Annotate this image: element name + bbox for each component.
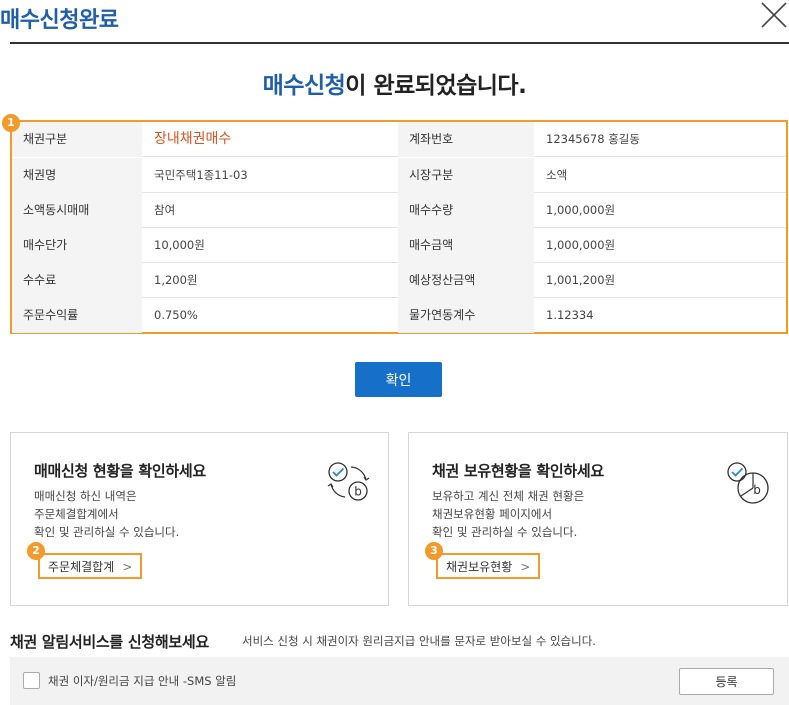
sms-alarm-checkbox[interactable] [23,672,40,689]
info-value: 1,000,000원 [546,238,616,252]
chevron-right-icon: > [122,560,133,574]
info-label: 소액동시매매 [12,193,142,228]
info-value: 1,000,000원 [546,203,616,217]
card-description: 보유하고 계신 전체 채권 현황은 채권보유현황 페이지에서 확인 및 관리하실… [432,487,584,541]
info-row: 주문수익률 0.750% 물가연동계수 1.12334 [12,298,786,333]
info-value: 소액 [546,168,568,182]
close-icon[interactable] [761,2,787,28]
alarm-service-title: 채권 알림서비스를 신청해보세요 [10,633,209,651]
info-row: 채권명 국민주택1종11-03 시장구분 소액 [12,158,786,193]
completion-headline: 매수신청이 완료되었습니다. [0,66,789,100]
card-desc-line: 확인 및 관리하실 수 있습니다. [432,525,578,539]
info-value-bond-type: 장내채권매수 [154,131,232,147]
info-label: 채권구분 [12,122,142,157]
alarm-service-description: 서비스 신청 시 채권이자 원리금지급 안내를 문자로 받아보실 수 있습니다. [242,634,596,648]
bond-holdings-link[interactable]: 채권보유현황 > [436,553,541,579]
info-value: 참여 [154,203,176,217]
card-desc-line: 채권보유현황 페이지에서 [432,507,553,521]
card-desc-line: 매매신청 하신 내역은 [34,489,137,503]
headline-accent: 매수신청 [262,73,346,99]
info-label: 채권명 [12,158,142,193]
info-value: 12345678 홍길동 [546,132,640,146]
svg-text:b: b [354,485,362,499]
link-label: 채권보유현황 [446,560,513,574]
header: 매수신청완료 [0,0,789,44]
card-desc-line: 주문체결합계에서 [34,507,119,521]
info-label: 매수금액 [398,228,534,263]
link-label: 주문체결합계 [48,560,115,574]
info-label: 계좌번호 [398,122,534,157]
svg-text:b: b [753,483,761,497]
card-desc-line: 확인 및 관리하실 수 있습니다. [34,525,180,539]
step-badge-3: 3 [425,542,443,560]
page-title: 매수신청완료 [0,8,119,33]
sms-alarm-label: 채권 이자/원리금 지급 안내 -SMS 알림 [48,674,237,688]
info-value: 1,200원 [154,273,198,287]
info-value: 0.750% [154,308,198,322]
info-label: 매수수량 [398,193,534,228]
card-description: 매매신청 하신 내역은 주문체결합계에서 확인 및 관리하실 수 있습니다. [34,487,179,541]
info-label: 수수료 [12,263,142,298]
step-badge-1: 1 [2,114,20,132]
info-row: 채권구분 장내채권매수 계좌번호 12345678 홍길동 [12,122,786,157]
check-bond-pie-icon: b [727,462,769,504]
info-row: 소액동시매매 참여 매수수량 1,000,000원 [12,193,786,228]
info-value: 1,001,200원 [546,273,616,287]
step-badge-2: 2 [27,542,45,560]
info-label: 예상정산금액 [398,263,534,298]
card-title: 매매신청 현황을 확인하세요 [34,462,206,480]
info-value: 10,000원 [154,238,205,252]
trade-status-card: 매매신청 현황을 확인하세요 매매신청 하신 내역은 주문체결합계에서 확인 및… [10,432,389,606]
order-summary-link[interactable]: 주문체결합계 > [38,553,143,579]
info-label: 물가연동계수 [398,298,534,333]
holdings-status-card: 채권 보유현황을 확인하세요 보유하고 계신 전체 채권 현황은 채권보유현황 … [408,432,788,606]
info-label: 시장구분 [398,158,534,193]
info-label: 매수단가 [12,228,142,263]
info-value: 1.12334 [546,308,594,322]
header-divider [10,42,789,44]
order-info-table: 채권구분 장내채권매수 계좌번호 12345678 홍길동 채권명 국민주택1종… [10,120,788,334]
info-value: 국민주택1종11-03 [154,168,248,182]
info-row: 수수료 1,200원 예상정산금액 1,001,200원 [12,263,786,298]
confirm-button[interactable]: 확인 [355,362,442,397]
card-desc-line: 보유하고 계신 전체 채권 현황은 [432,489,585,503]
alarm-service-bar: 채권 이자/원리금 지급 안내 -SMS 알림 등록 [10,657,789,705]
chevron-right-icon: > [520,560,531,574]
info-row: 매수단가 10,000원 매수금액 1,000,000원 [12,228,786,263]
check-bond-cycle-icon: b [327,462,370,501]
info-label: 주문수익률 [12,298,142,333]
card-title: 채권 보유현황을 확인하세요 [432,462,604,480]
register-button[interactable]: 등록 [679,668,774,695]
headline-rest: 이 완료되었습니다. [345,73,527,99]
